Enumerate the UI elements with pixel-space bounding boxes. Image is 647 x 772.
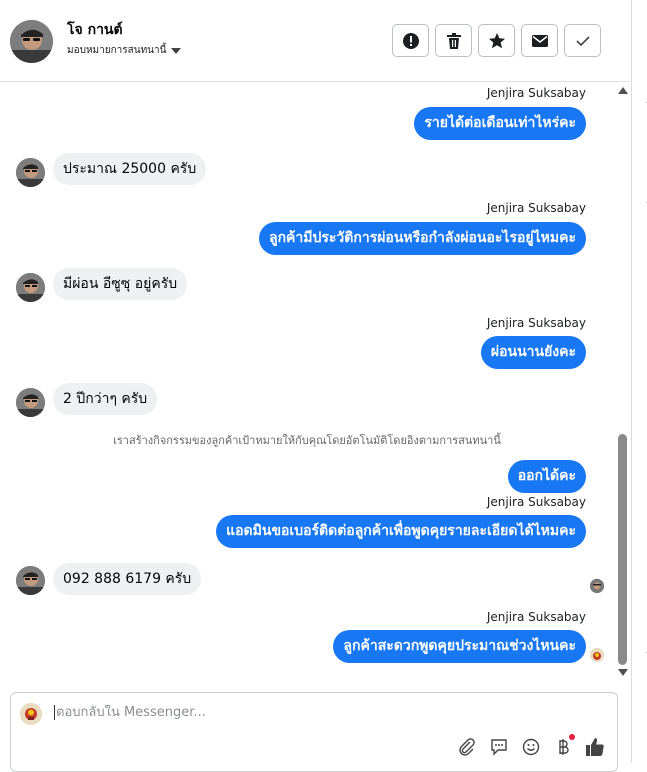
trash-icon [446,32,461,49]
scroll-up-arrow-icon[interactable] [618,87,628,94]
outgoing-message[interactable]: แอดมินขอเบอร์ติดต่อลูกค้าเพื่อพูดคุยรายล… [216,515,586,548]
outgoing-message[interactable]: ผ่อนนานยังคะ [480,336,586,369]
outgoing-message[interactable]: ลูกค้ามีประวัติการผ่อนหรือกำลังผ่อนอะไรอ… [258,222,586,255]
incoming-message[interactable]: 092 888 6179 ครับ [53,563,202,595]
star-button[interactable] [478,24,515,57]
caret-down-icon [171,47,182,54]
saved-replies-button[interactable] [489,737,509,757]
sender-name: Jenjira Suksabay [486,201,586,215]
right-gutter [631,0,647,763]
conversation-header: โจ กานต์ มอบหมายการสนทนานี้ [0,0,630,82]
mark-done-button[interactable] [564,24,601,57]
page-avatar [20,703,42,725]
incoming-message[interactable]: มีผ่อน อีซูซุ อยู่ครับ [53,268,188,300]
contact-avatar-small [16,388,45,417]
saved-replies-icon [491,739,507,756]
outgoing-message[interactable]: รายได้ต่อเดือนเท่าไหร่คะ [414,107,586,140]
composer-tools [457,734,605,757]
exclamation-icon [402,32,419,49]
reply-input[interactable] [54,705,576,720]
seen-avatar [590,648,604,662]
seen-avatar [590,579,604,593]
sender-name: Jenjira Suksabay [486,86,586,100]
scroll-down-arrow-icon[interactable] [618,669,628,676]
like-button[interactable] [585,737,605,757]
attachment-icon [459,738,475,756]
contact-avatar-small [16,158,45,187]
report-button[interactable] [392,24,429,57]
sender-name: Jenjira Suksabay [486,610,586,624]
delete-button[interactable] [435,24,472,57]
emoji-icon [522,738,540,756]
payment-button[interactable] [553,734,575,757]
sender-name: Jenjira Suksabay [486,495,586,509]
attachment-button[interactable] [457,737,477,757]
message-thread: Jenjira Suksabay รายได้ต่อเดือนเท่าไหร่ค… [0,82,614,690]
mark-unread-button[interactable] [521,24,558,57]
system-note: เราสร้างกิจกรรมของลูกค้าเป้าหมายให้กับคุ… [113,434,501,447]
incoming-message[interactable]: ประมาณ 25000 ครับ [53,153,207,185]
assign-conversation-dropdown[interactable]: มอบหมายการสนทนานี้ [67,43,182,58]
contact-avatar-small [16,566,45,595]
like-icon [586,738,604,756]
assign-label: มอบหมายการสนทนานี้ [67,45,167,56]
thread-scrollbar[interactable] [614,82,630,690]
contact-name: โจ กานต์ [67,22,123,38]
payment-icon [559,739,569,755]
star-icon [488,32,505,48]
envelope-icon [531,34,548,47]
scrollbar-thumb[interactable] [618,434,627,665]
reply-composer [10,692,618,772]
outgoing-message[interactable]: ลูกค้าสะดวกพูดคุยประมาณช่วงไหนคะ [333,630,586,663]
incoming-message[interactable]: 2 ปีกว่าๆ ครับ [53,383,158,415]
emoji-button[interactable] [521,737,541,757]
sender-name: Jenjira Suksabay [486,316,586,330]
checkmark-icon [575,35,590,46]
notification-dot [569,734,575,740]
header-actions [392,24,601,57]
contact-avatar-small [16,273,45,302]
contact-avatar[interactable] [10,20,53,63]
outgoing-message[interactable]: ออกได้คะ [507,460,586,493]
